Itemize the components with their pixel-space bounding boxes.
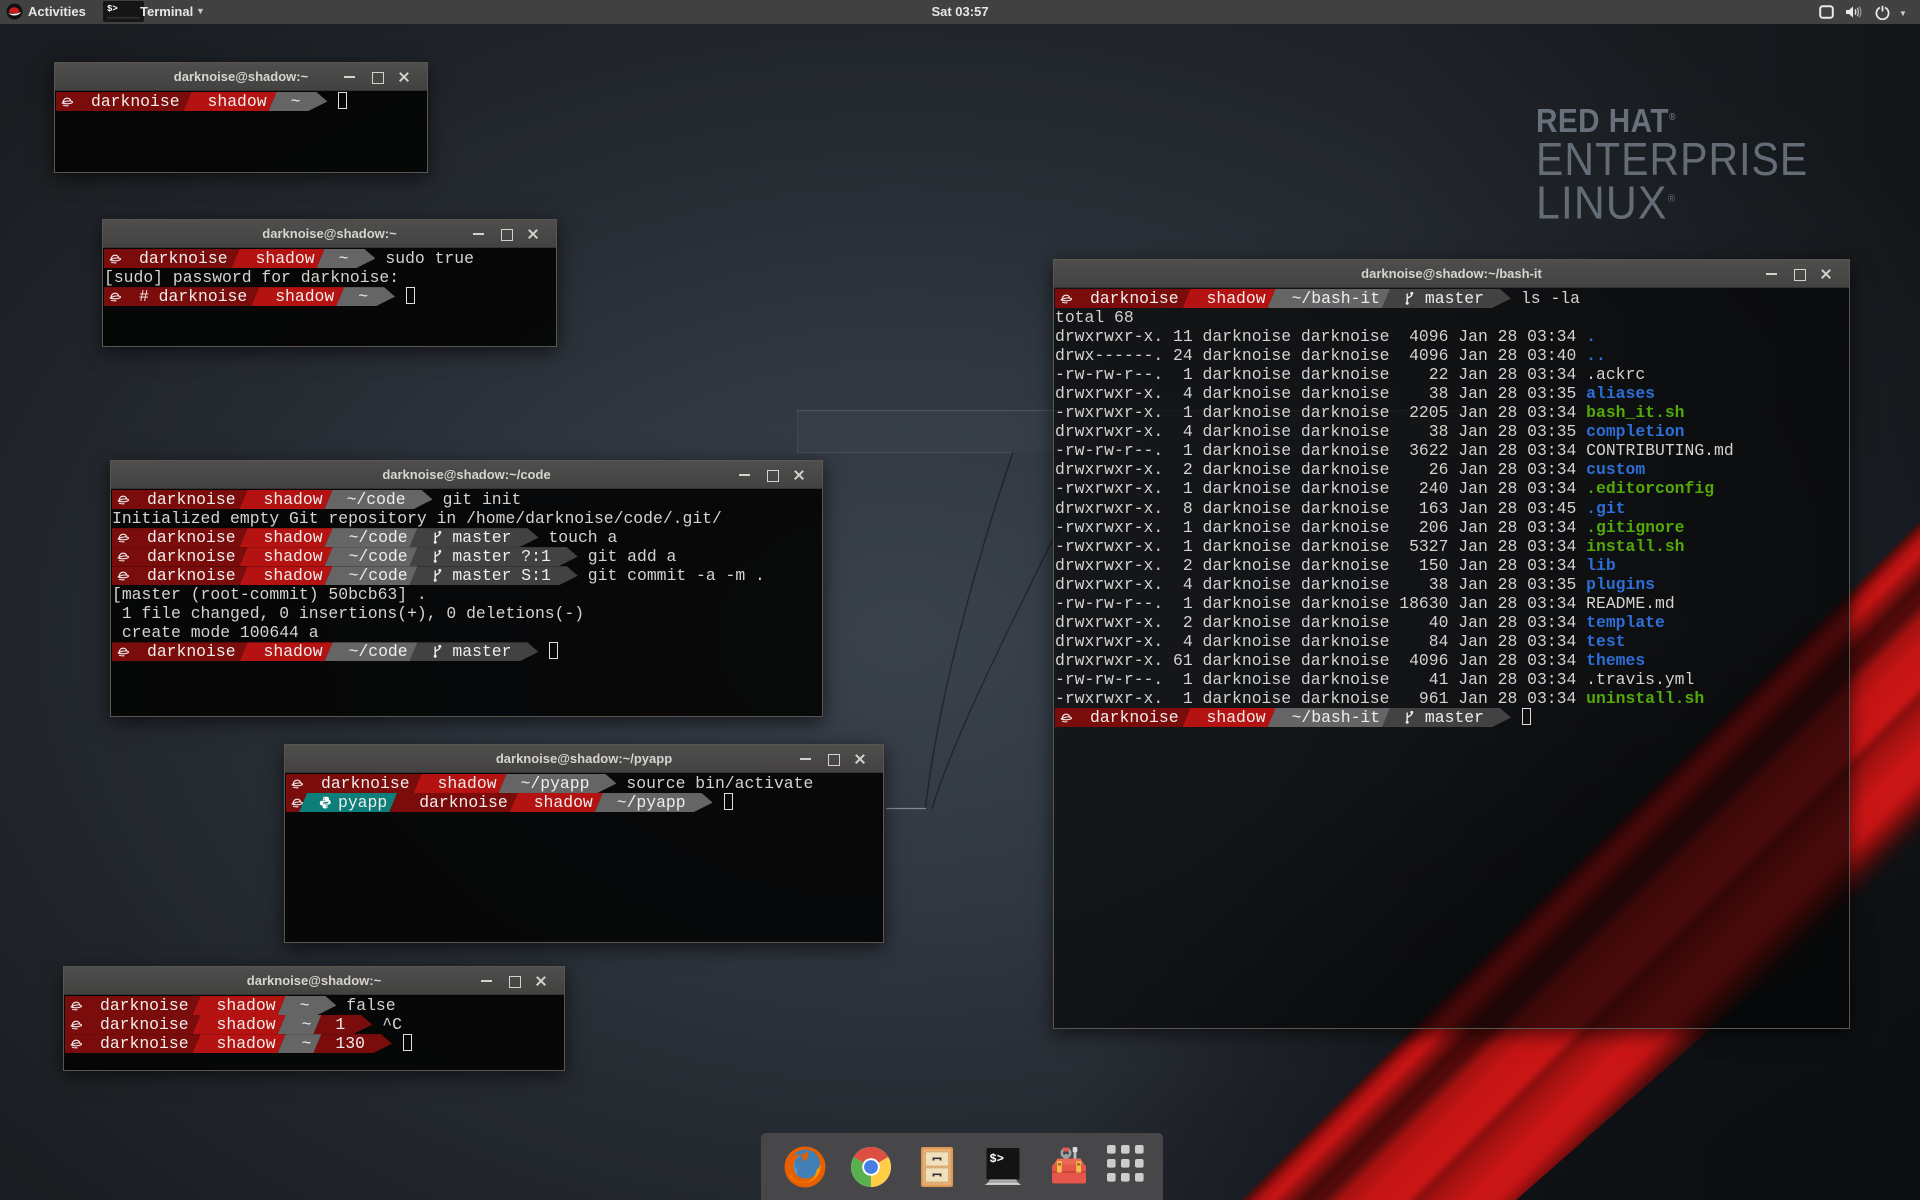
svg-text:$>: $> bbox=[990, 1152, 1004, 1166]
